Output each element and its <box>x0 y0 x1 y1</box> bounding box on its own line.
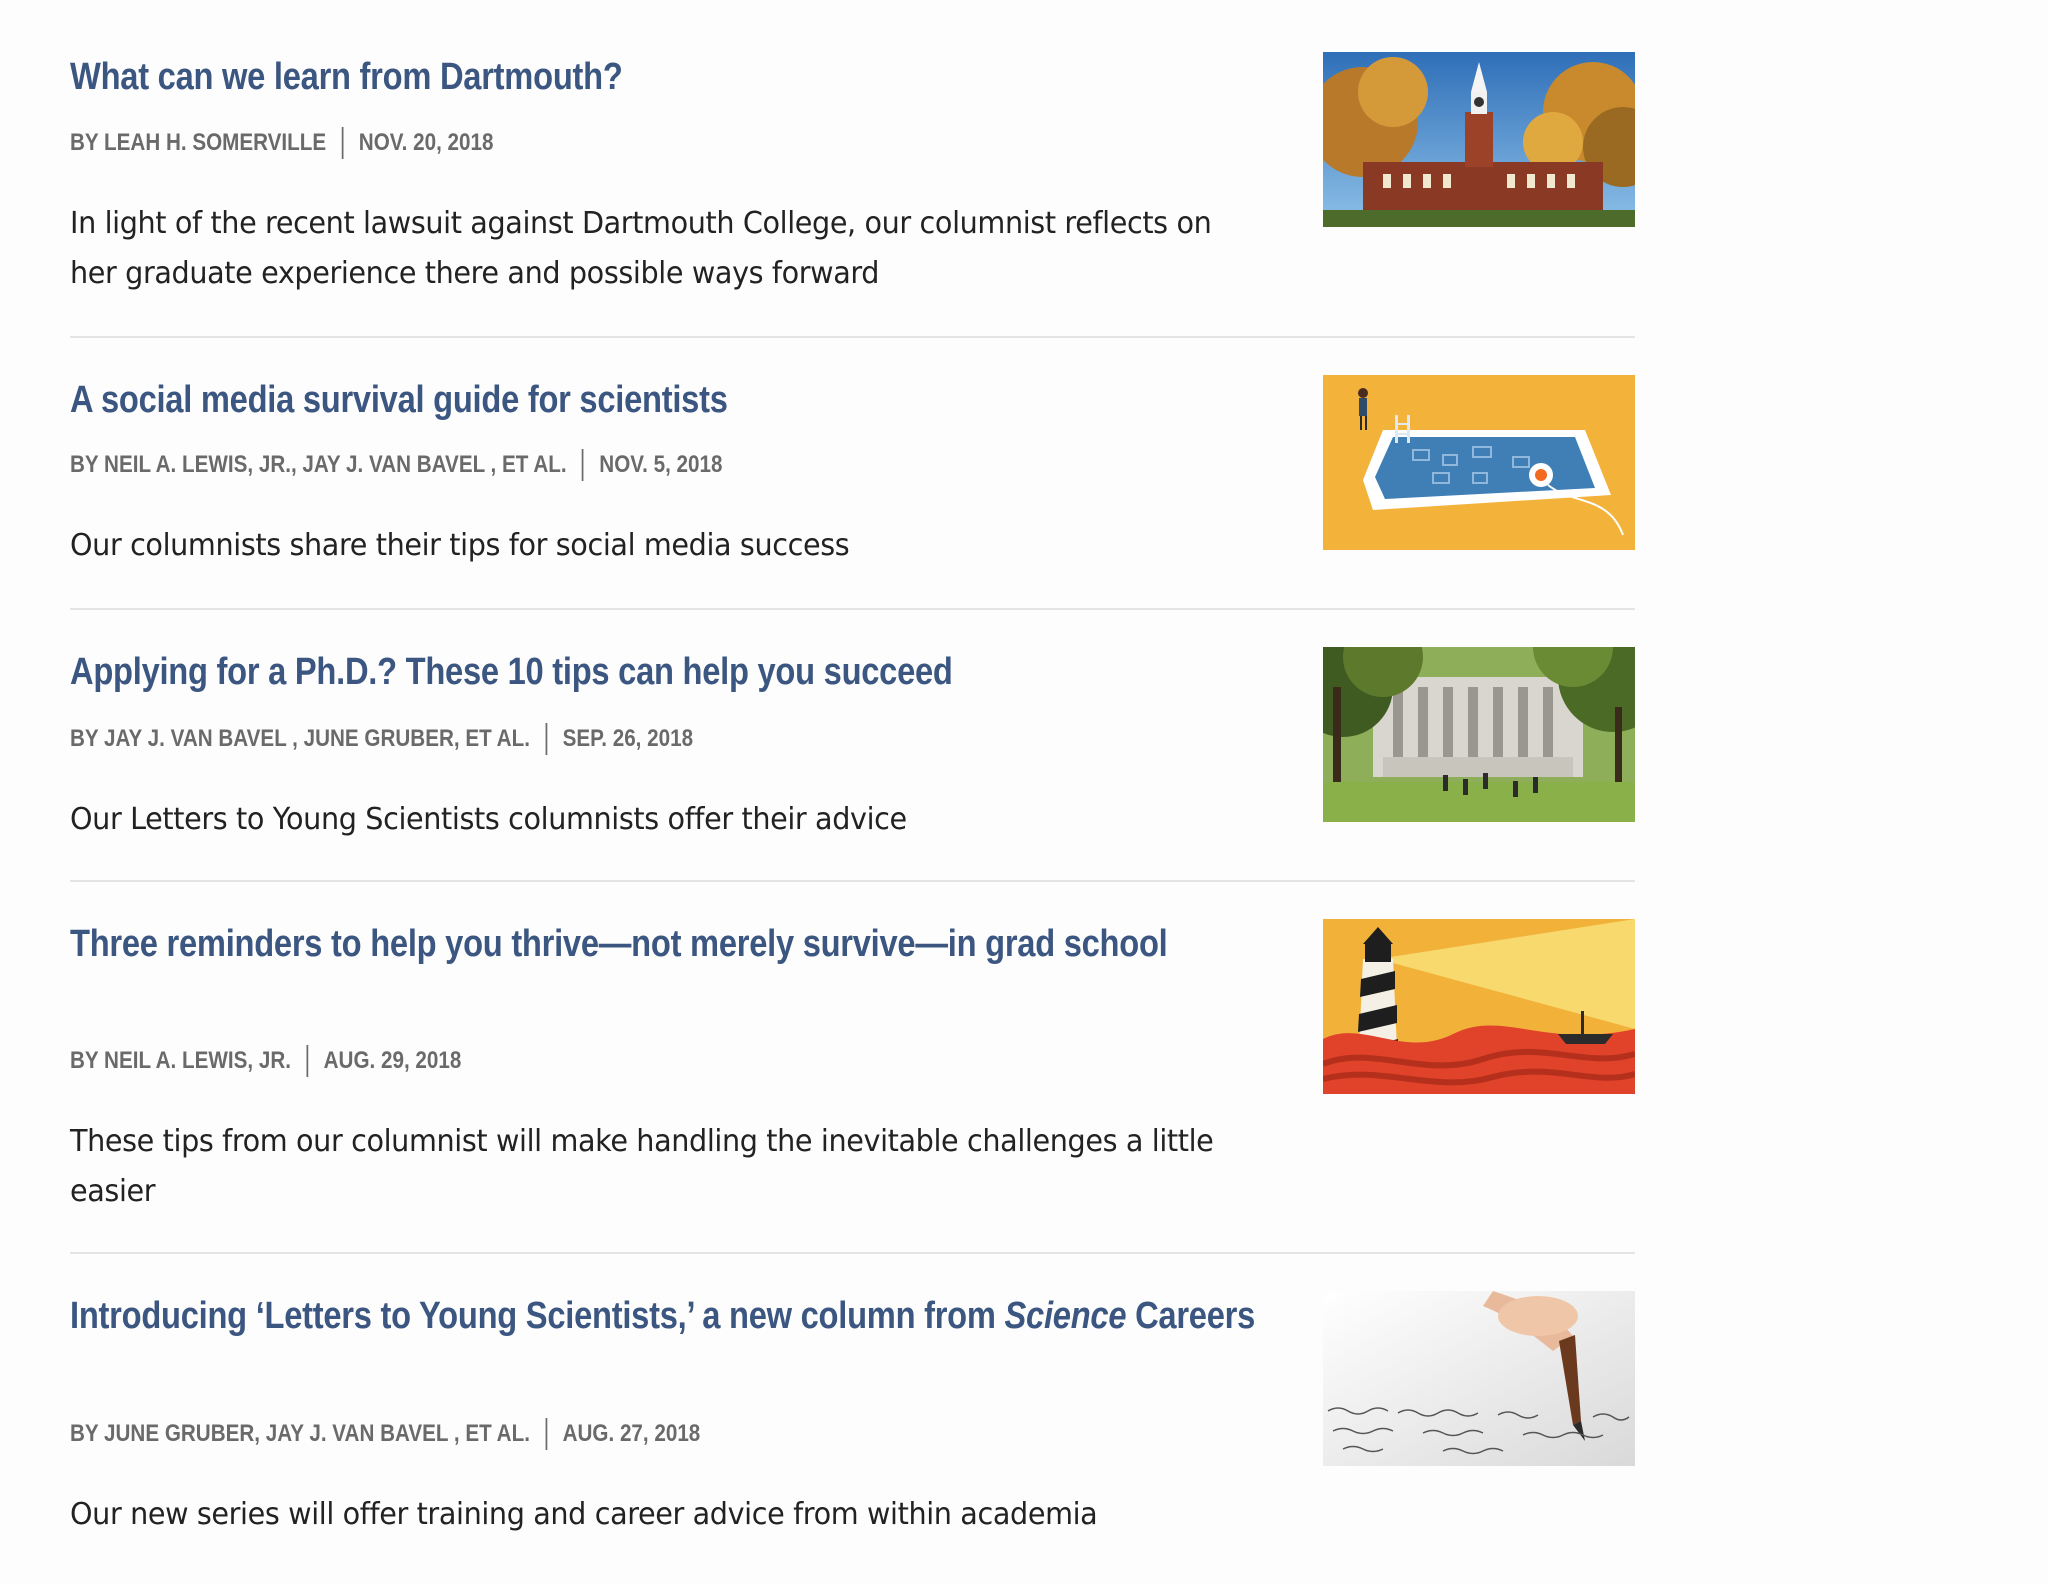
article-list: What can we learn from Dartmouth? BY LEA… <box>70 0 1635 1584</box>
article-title-link[interactable]: A social media survival guide for scient… <box>70 375 728 425</box>
article-authors[interactable]: BY LEAH H. SOMERVILLE <box>70 128 326 158</box>
article-date: NOV. 20, 2018 <box>358 129 494 156</box>
article-title-text: Three reminders to help you thrive—not m… <box>70 923 1168 965</box>
article-byline: BY JAY J. VAN BAVEL , JUNE GRUBER, ET AL… <box>70 723 693 755</box>
byline-divider <box>306 1045 309 1077</box>
article-byline: BY NEIL A. LEWIS, JR. AUG. 29, 2018 <box>70 1045 461 1077</box>
lighthouse-illustration[interactable] <box>1323 919 1635 1094</box>
byline-divider <box>582 449 584 481</box>
article-summary: Our columnists share their tips for soci… <box>70 528 850 563</box>
article-item: Applying for a Ph.D.? These 10 tips can … <box>70 610 1635 882</box>
article-authors[interactable]: BY JUNE GRUBER, JAY J. VAN BAVEL , ET AL… <box>70 1419 530 1449</box>
byline-divider <box>341 127 344 159</box>
article-authors[interactable]: BY NEIL A. LEWIS, JR., JAY J. VAN BAVEL … <box>70 450 567 480</box>
article-title-italic: Science <box>1004 1295 1127 1337</box>
article-summary: Our Letters to Young Scientists columnis… <box>70 802 907 837</box>
article-date: NOV. 5, 2018 <box>599 451 723 478</box>
byline-divider <box>545 1418 548 1450</box>
article-title-suffix: Careers <box>1126 1295 1256 1337</box>
fountain-pen-writing-image[interactable] <box>1323 1291 1635 1466</box>
article-title-link[interactable]: Three reminders to help you thrive—not m… <box>70 919 1265 969</box>
article-summary: In light of the recent lawsuit against D… <box>70 206 1212 291</box>
article-title-link[interactable]: Introducing ‘Letters to Young Scientists… <box>70 1291 1265 1341</box>
article-date: SEP. 26, 2018 <box>562 725 694 752</box>
article-authors[interactable]: BY JAY J. VAN BAVEL , JUNE GRUBER, ET AL… <box>70 724 530 754</box>
article-byline: BY JUNE GRUBER, JAY J. VAN BAVEL , ET AL… <box>70 1418 700 1450</box>
article-item: A social media survival guide for scient… <box>70 338 1635 610</box>
article-title-link[interactable]: Applying for a Ph.D.? These 10 tips can … <box>70 647 953 697</box>
article-item: Three reminders to help you thrive—not m… <box>70 882 1635 1254</box>
article-title-link[interactable]: What can we learn from Dartmouth? <box>70 52 623 102</box>
tablet-pool-illustration[interactable] <box>1323 375 1635 550</box>
article-summary: Our new series will offer training and c… <box>70 1497 1098 1532</box>
campus-library-image[interactable] <box>1323 647 1635 822</box>
article-summary: These tips from our columnist will make … <box>70 1124 1214 1209</box>
article-item: What can we learn from Dartmouth? BY LEA… <box>70 0 1635 338</box>
article-date: AUG. 27, 2018 <box>562 1420 701 1447</box>
byline-divider <box>545 723 548 755</box>
article-authors[interactable]: BY NEIL A. LEWIS, JR. <box>70 1046 291 1076</box>
dartmouth-clocktower-image[interactable] <box>1323 52 1635 227</box>
article-date: AUG. 29, 2018 <box>323 1047 462 1074</box>
article-title-text: Introducing ‘Letters to Young Scientists… <box>70 1295 1005 1337</box>
article-item: Introducing ‘Letters to Young Scientists… <box>70 1254 1635 1584</box>
article-byline: BY NEIL A. LEWIS, JR., JAY J. VAN BAVEL … <box>70 449 722 481</box>
article-byline: BY LEAH H. SOMERVILLE NOV. 20, 2018 <box>70 127 493 159</box>
